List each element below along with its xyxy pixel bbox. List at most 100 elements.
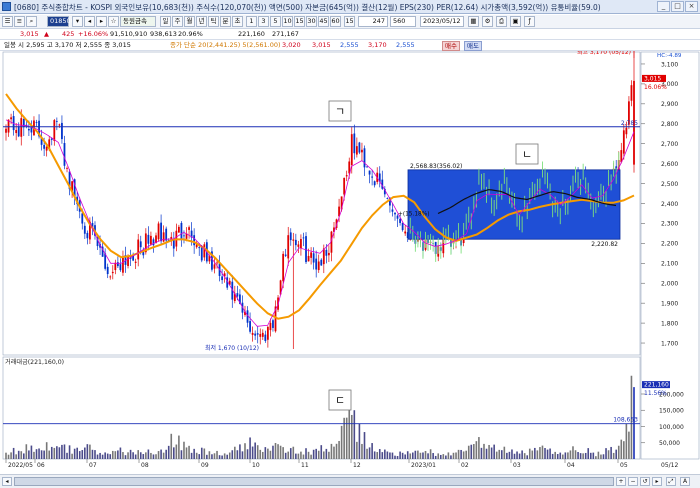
volume-bar (602, 454, 605, 459)
period-15[interactable]: 15 (294, 16, 305, 27)
x-tick-label: 05 (620, 462, 628, 469)
indicator-icon[interactable]: ƒ (524, 16, 535, 27)
settings-icon[interactable]: ⚙ (482, 16, 493, 27)
tab-minute[interactable]: 분 (220, 16, 231, 27)
prev-icon[interactable]: ◂ (84, 16, 95, 27)
volume-bar (279, 445, 282, 459)
font-size-icon[interactable]: A (680, 477, 690, 486)
candle-body (152, 239, 155, 246)
zoom-in-icon[interactable]: + (616, 477, 626, 486)
trade-value: 938,613 (150, 30, 177, 38)
volume-bar (572, 446, 574, 459)
period-3[interactable]: 3 (258, 16, 269, 27)
candle-body (83, 225, 86, 234)
tab-month[interactable]: 월 (184, 16, 195, 27)
tab-year[interactable]: 년 (196, 16, 207, 27)
scroll-thumb[interactable] (14, 477, 614, 486)
favorite-icon[interactable]: ☆ (108, 16, 119, 27)
volume-bar (256, 445, 259, 459)
candle-body (114, 262, 117, 271)
volume-bar (579, 453, 582, 459)
volume-bar (277, 444, 279, 459)
period-30[interactable]: 30 (306, 16, 317, 27)
candle-body (157, 223, 160, 240)
volume-bar (231, 450, 234, 459)
x-tick-label: 2023/01 (411, 462, 436, 469)
volume-bar (490, 447, 493, 459)
period-45[interactable]: 45 (318, 16, 329, 27)
volume-bar (213, 453, 216, 459)
volume-bar (122, 452, 124, 459)
volume-bar (259, 449, 262, 459)
ma-legend: 종가 단순 20(2,441.25) 5(2,561.00) (170, 41, 281, 49)
scroll-left-icon[interactable]: ◂ (2, 477, 12, 486)
candle-body (322, 248, 325, 265)
volume-hline-label: 108,653 (613, 417, 638, 424)
volume-bar (549, 448, 551, 459)
minimize-button[interactable]: _ (657, 1, 670, 12)
volume-bar (450, 455, 452, 459)
volume-bar (101, 454, 104, 459)
period-1[interactable]: 1 (246, 16, 257, 27)
box-bottom-label: 2,220.82 (591, 241, 618, 248)
buy-button[interactable]: 매수 (442, 41, 460, 51)
save-icon[interactable]: ▣ (510, 16, 521, 27)
volume-bar (300, 451, 302, 459)
tab-day[interactable]: 일 (160, 16, 171, 27)
candle-body (116, 262, 119, 267)
candle-body (399, 218, 401, 223)
reset-icon[interactable]: ↺ (640, 477, 650, 486)
maximize-button[interactable]: □ (671, 1, 684, 12)
period-10[interactable]: 10 (282, 16, 293, 27)
candle-body (27, 128, 30, 131)
period-60[interactable]: 60 (330, 16, 341, 27)
period-custom[interactable]: 15 (344, 16, 355, 27)
candle-body (249, 321, 251, 332)
period-5[interactable]: 5 (270, 16, 281, 27)
volume-bar (488, 444, 490, 459)
lookup-icon[interactable]: ▾ (72, 16, 83, 27)
volume-bar (261, 451, 264, 459)
candle-body (122, 257, 124, 273)
list-icon[interactable]: ≡ (14, 16, 25, 27)
search-icon[interactable]: ⌕ (26, 16, 37, 27)
date-input[interactable]: 2023/05/12 (420, 16, 464, 27)
volume-bar (437, 453, 440, 459)
zoom-out-icon[interactable]: − (628, 477, 638, 486)
volume-bar (554, 451, 556, 459)
volume-bar (534, 447, 536, 459)
volume-bar (43, 450, 45, 459)
candle-body (35, 122, 38, 123)
volume-bar (628, 431, 630, 459)
tab-week[interactable]: 주 (172, 16, 183, 27)
candle-body (55, 120, 58, 122)
candle-body (394, 212, 396, 215)
close-button[interactable]: × (685, 1, 698, 12)
volume-bar (20, 451, 23, 459)
tab-tick[interactable]: 틱 (208, 16, 219, 27)
volume-bar (157, 451, 160, 459)
next-icon[interactable]: ▸ (96, 16, 107, 27)
print-icon[interactable]: ⎙ (496, 16, 507, 27)
candle-body (43, 144, 46, 149)
candle-body (177, 226, 180, 233)
change-percent: +16.06% (78, 30, 109, 38)
volume-bar (216, 450, 218, 459)
sell-button[interactable]: 매도 (464, 41, 482, 51)
tab-second[interactable]: 초 (232, 16, 243, 27)
label-giyeok: ㄱ (335, 105, 345, 118)
candle-body (200, 246, 203, 261)
stock-code-input[interactable]: 018500 (47, 16, 75, 27)
volume-bar (218, 455, 221, 459)
chart-scrollbar[interactable]: ◂ + − ↺ ▸ ⤢ A (0, 474, 700, 488)
expand-icon[interactable]: ⤢ (666, 477, 676, 486)
menu-icon[interactable]: ☰ (2, 16, 13, 27)
volume-bar (371, 443, 373, 459)
volume-bar (53, 447, 56, 459)
data-count-input[interactable]: 247 (358, 16, 388, 27)
calendar-icon[interactable]: ▦ (468, 16, 479, 27)
x-tick-label: 02 (461, 462, 469, 469)
volume-bar (58, 447, 61, 459)
volume-bar (269, 450, 272, 459)
scroll-right-icon[interactable]: ▸ (652, 477, 662, 486)
